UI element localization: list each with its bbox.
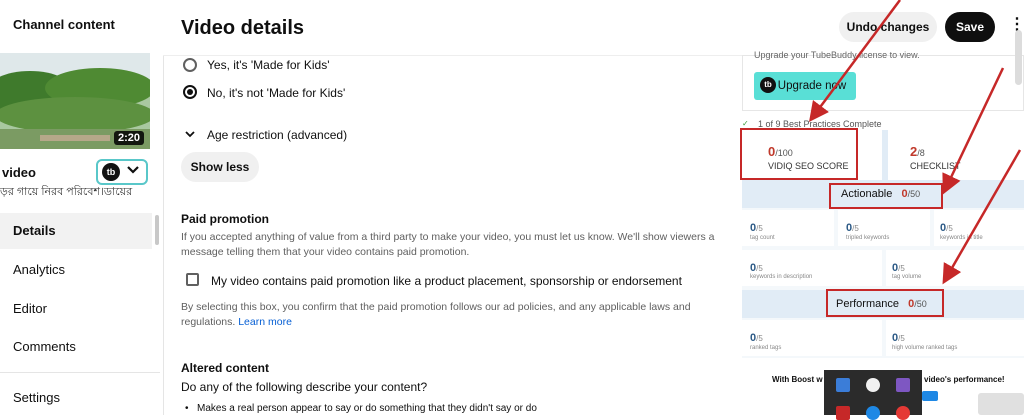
page-scrollbar[interactable] bbox=[1015, 30, 1022, 85]
app-icon[interactable] bbox=[866, 378, 880, 392]
taskbar-corner[interactable] bbox=[978, 393, 1024, 415]
feather-icon[interactable] bbox=[896, 378, 910, 392]
system-tray-popup bbox=[824, 370, 922, 420]
app-icon[interactable] bbox=[836, 378, 850, 392]
app-icon[interactable] bbox=[896, 406, 910, 420]
app-icon[interactable] bbox=[866, 406, 880, 420]
app-icon[interactable] bbox=[836, 406, 850, 420]
annotation-arrows bbox=[809, 0, 1022, 285]
